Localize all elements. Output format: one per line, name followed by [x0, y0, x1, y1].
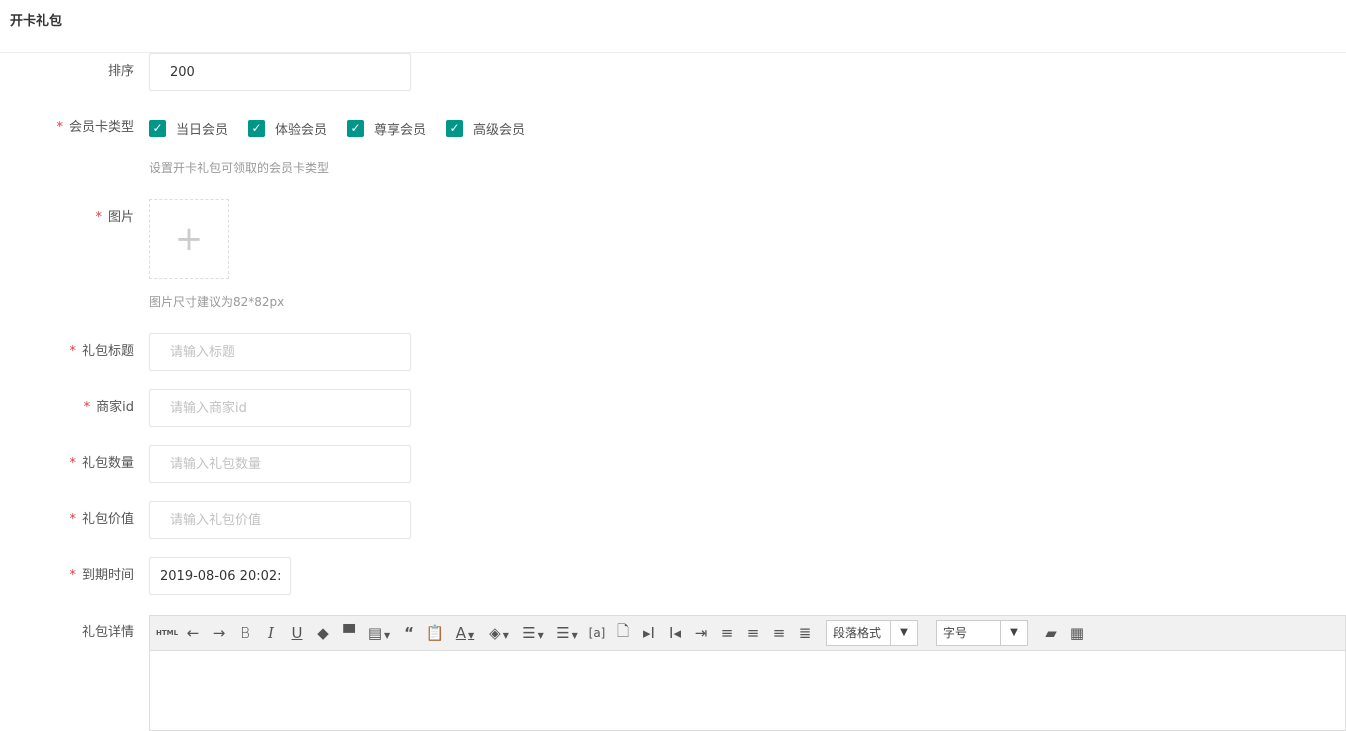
block-style-icon[interactable]: ▤ ▼ — [362, 624, 396, 642]
required-mark: * — [83, 400, 91, 415]
paste-text-icon[interactable]: 📋 — [422, 624, 448, 642]
page-title: 开卡礼包 — [0, 0, 1346, 53]
checkbox-card-type-0[interactable]: ✓ 当日会员 — [149, 119, 228, 138]
value-label: * 礼包价值 — [0, 501, 134, 539]
ordered-list-icon[interactable]: ☰ ▼ — [516, 624, 550, 642]
required-mark: * — [56, 120, 63, 135]
quantity-input[interactable] — [149, 445, 411, 483]
check-icon: ✓ — [149, 119, 166, 137]
chevron-down-icon: ▼ — [1010, 627, 1018, 638]
checkbox-label: 当日会员 — [176, 122, 229, 138]
value-label-text: 礼包价值 — [81, 512, 134, 527]
required-mark: * — [69, 568, 76, 583]
quantity-label-text: 礼包数量 — [81, 456, 134, 471]
align-justify-icon[interactable]: ≣ — [792, 624, 818, 642]
merchant-label: * 商家id — [0, 389, 134, 427]
font-color-icon[interactable]: A ▼ — [448, 624, 482, 642]
italic-icon[interactable]: I — [258, 624, 284, 642]
plus-icon: + — [174, 219, 204, 259]
checkbox-card-type-1[interactable]: ✓ 体验会员 — [248, 119, 327, 138]
select-all-icon[interactable]: [a] — [584, 626, 610, 640]
undo-icon[interactable]: ← — [180, 624, 206, 642]
card-type-hint: 设置开卡礼包可领取的会员卡类型 — [149, 161, 330, 175]
detail-label: 礼包详情 — [81, 625, 134, 640]
check-icon: ✓ — [446, 119, 464, 137]
value-input[interactable] — [149, 501, 411, 539]
image-hint: 图片尺寸建议为82*82px — [149, 295, 285, 309]
editor-toolbar: HTML ← → B I U ◆ ▀ ▤ ▼ “ 📋 A ▼ ◈ ▼ ☰ ▼ ☰ ▼ [a… — [149, 615, 1346, 651]
indent-icon[interactable]: ⇥ — [688, 624, 714, 642]
quote-icon[interactable]: “ — [396, 624, 422, 642]
insert-image-icon[interactable]: ▰ — [1038, 624, 1064, 642]
font-size-select[interactable]: 字号 ▼ — [936, 620, 1028, 646]
paragraph-format-select[interactable]: 段落格式 ▼ — [826, 620, 918, 646]
new-document-icon[interactable]: 🗋 — [610, 621, 636, 646]
required-mark: * — [95, 210, 102, 225]
font-size-value: 字号 — [937, 621, 1001, 645]
image-label-text: 图片 — [107, 210, 134, 225]
check-icon: ✓ — [347, 119, 365, 137]
align-left-icon[interactable]: ≡ — [714, 624, 740, 642]
required-mark: * — [69, 344, 76, 359]
card-type-label: * 会员卡类型 — [0, 109, 134, 147]
checkbox-label: 高级会员 — [473, 122, 526, 138]
align-center-icon[interactable]: ≡ — [740, 624, 766, 642]
merchant-label-text: 商家id — [96, 400, 134, 415]
expire-label: * 到期时间 — [0, 557, 134, 595]
paragraph-format-value: 段落格式 — [827, 621, 891, 645]
expire-date-input[interactable] — [149, 557, 291, 595]
rtl-icon[interactable]: I◂ — [662, 624, 688, 642]
align-right-icon[interactable]: ≡ — [766, 624, 792, 642]
underline-icon[interactable]: U — [284, 624, 310, 642]
eraser-icon[interactable]: ◆ — [310, 624, 336, 642]
redo-icon[interactable]: → — [206, 624, 232, 642]
format-painter-icon[interactable]: ▀ — [336, 624, 362, 642]
rich-text-editor-body[interactable] — [149, 651, 1346, 731]
checkbox-card-type-2[interactable]: ✓ 尊享会员 — [347, 119, 426, 138]
sort-label: 排序 — [107, 64, 134, 79]
bold-icon[interactable]: B — [232, 624, 258, 642]
check-icon: ✓ — [248, 119, 266, 137]
checkbox-label: 体验会员 — [275, 122, 328, 138]
title-input[interactable] — [149, 333, 411, 371]
title-label-text: 礼包标题 — [81, 344, 134, 359]
background-color-icon[interactable]: ◈ ▼ — [482, 624, 516, 642]
expire-label-text: 到期时间 — [81, 568, 134, 583]
quantity-label: * 礼包数量 — [0, 445, 134, 483]
html-source-button[interactable]: HTML — [154, 629, 180, 637]
unordered-list-icon[interactable]: ☰ ▼ — [550, 624, 584, 642]
checkbox-label: 尊享会员 — [374, 122, 427, 138]
sort-input[interactable] — [149, 53, 411, 91]
image-label: * 图片 — [0, 199, 134, 237]
merchant-id-input[interactable] — [149, 389, 411, 427]
chevron-down-icon: ▼ — [900, 627, 908, 638]
title-label: * 礼包标题 — [0, 333, 134, 371]
insert-table-icon[interactable]: ▦ — [1064, 624, 1090, 642]
required-mark: * — [69, 512, 76, 527]
ltr-icon[interactable]: ▸I — [636, 624, 662, 642]
required-mark: * — [69, 456, 76, 471]
card-type-label-text: 会员卡类型 — [68, 120, 134, 135]
checkbox-card-type-3[interactable]: ✓ 高级会员 — [446, 119, 525, 138]
image-upload-button[interactable]: + — [149, 199, 229, 279]
